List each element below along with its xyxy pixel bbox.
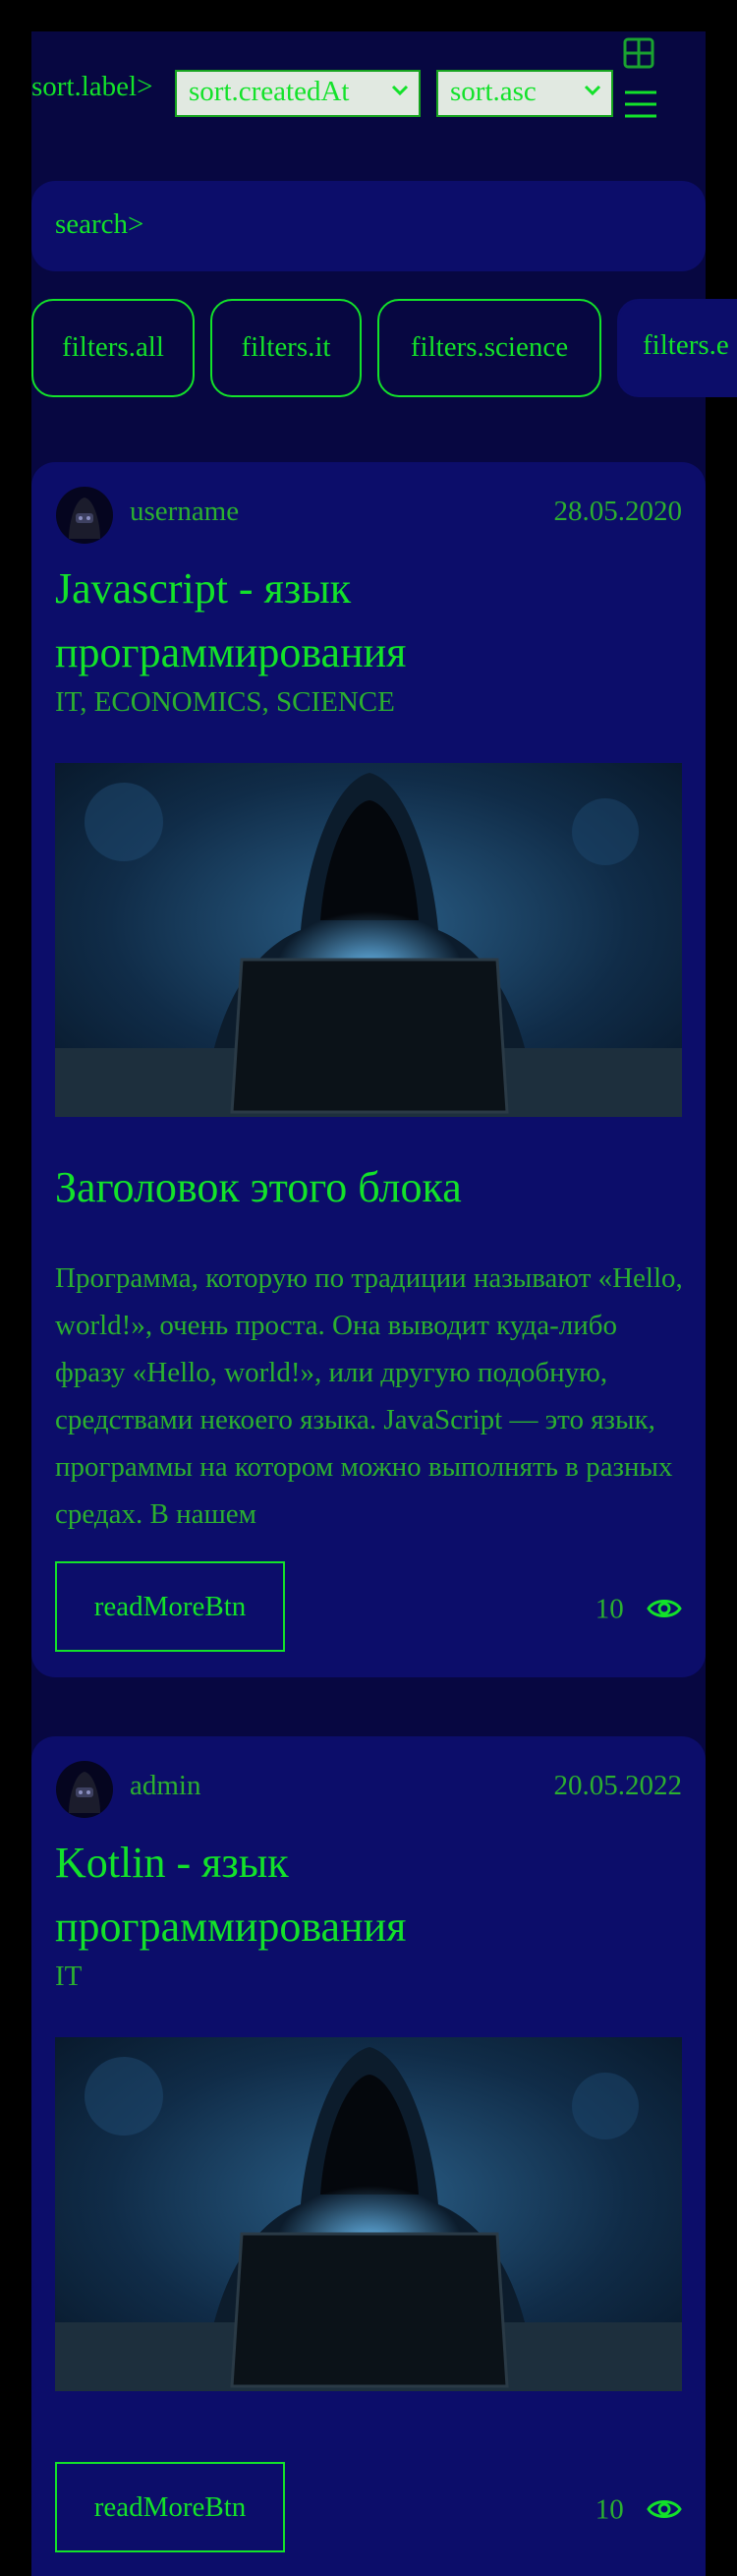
chevron-down-icon xyxy=(584,85,601,96)
article-card: username 28.05.2020 Javascript - язык пр… xyxy=(31,462,706,1677)
read-more-button[interactable]: readMoreBtn xyxy=(55,2462,285,2552)
sort-bar: sort.label> sort.createdAt sort.asc xyxy=(31,61,706,120)
read-more-button[interactable]: readMoreBtn xyxy=(55,1561,285,1652)
filter-tab-science[interactable]: filters.science xyxy=(377,299,601,397)
eye-icon xyxy=(647,2500,682,2519)
article-date: 28.05.2020 xyxy=(553,496,683,527)
sort-field-select[interactable]: sort.createdAt xyxy=(175,70,421,117)
filter-tab-label: filters.science xyxy=(410,331,569,363)
block-text: Программа, которую по традиции называют … xyxy=(55,1262,683,1530)
view-count-value: 10 xyxy=(595,1593,624,1625)
article-tags: IT, ECONOMICS, SCIENCE xyxy=(55,686,395,718)
eye-icon xyxy=(647,1600,682,1618)
chevron-down-icon xyxy=(391,85,409,96)
filter-tab-label: filters.it xyxy=(241,331,331,363)
search-label: search> xyxy=(55,208,144,240)
article-card: admin 20.05.2022 Kotlin - язык программи… xyxy=(31,1736,706,2576)
sort-order-value: sort.asc xyxy=(450,76,537,107)
search-input[interactable]: search> xyxy=(31,181,706,271)
filter-tab-label: filters.e xyxy=(643,329,729,361)
article-image xyxy=(55,2037,682,2391)
sort-order-select[interactable]: sort.asc xyxy=(436,70,613,117)
filter-tab-economics[interactable]: filters.e xyxy=(617,299,737,397)
sort-field-value: sort.createdAt xyxy=(189,76,350,107)
author-name[interactable]: admin xyxy=(130,1770,201,1802)
view-switcher xyxy=(623,37,658,122)
list-view-icon[interactable] xyxy=(623,87,658,122)
avatar xyxy=(56,1761,113,1818)
avatar xyxy=(56,487,113,544)
filter-tab-all[interactable]: filters.all xyxy=(31,299,195,397)
view-count-value: 10 xyxy=(595,2493,624,2526)
filter-tab-label: filters.all xyxy=(62,331,164,363)
article-title: Kotlin - язык программирования xyxy=(55,1839,407,1951)
article-image xyxy=(55,763,682,1117)
article-tags: IT xyxy=(55,1961,83,1992)
sort-label: sort.label> xyxy=(31,71,153,102)
article-date: 20.05.2022 xyxy=(553,1770,683,1801)
grid-view-icon[interactable] xyxy=(623,37,654,69)
author-name[interactable]: username xyxy=(130,496,239,528)
view-count: 10 xyxy=(595,2488,682,2527)
view-count: 10 xyxy=(595,1587,682,1626)
article-title: Javascript - язык программирования xyxy=(55,564,407,676)
filter-tabs: filters.all filters.it filters.science f… xyxy=(31,299,737,397)
block-title: Заголовок этого блока xyxy=(55,1163,462,1211)
filter-tab-it[interactable]: filters.it xyxy=(210,299,362,397)
